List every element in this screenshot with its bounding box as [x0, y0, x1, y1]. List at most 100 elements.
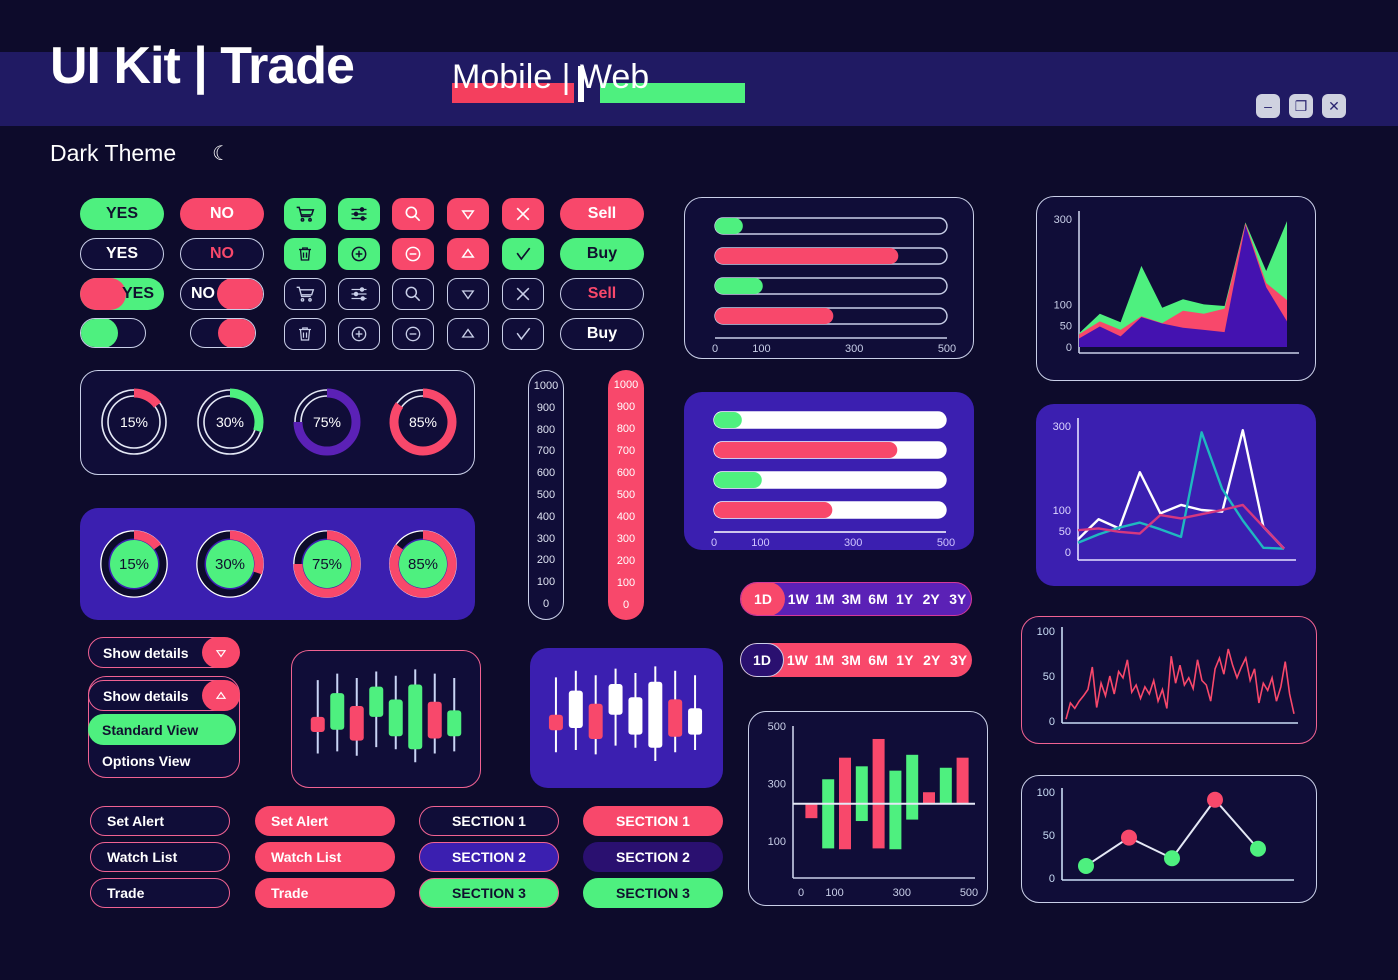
- range-option-1m[interactable]: 1M: [811, 643, 838, 677]
- scale-tick: 500: [536, 488, 556, 501]
- watch-list-button-filled[interactable]: Watch List: [255, 842, 395, 872]
- section-2-button-outline[interactable]: SECTION 2: [419, 842, 559, 872]
- show-details-dropdown-collapsed[interactable]: Show details: [88, 637, 240, 668]
- scale-tick: 600: [536, 467, 556, 480]
- stacked-area-chart[interactable]: 300 100 50 0: [1037, 197, 1315, 380]
- axis-tick-label: 50: [1059, 526, 1071, 538]
- minus-circle-icon-button-outline[interactable]: [392, 318, 434, 350]
- range-option-6m[interactable]: 6M: [865, 643, 892, 677]
- scale-column-dark[interactable]: 1000 900 800 700 600 500 400 300 200 100 0: [528, 370, 564, 620]
- axis-tick-label: 100: [1053, 505, 1071, 517]
- close-icon-button-red[interactable]: [502, 198, 544, 230]
- menu-item-standard-view[interactable]: Standard View: [88, 714, 236, 745]
- no-button-outline[interactable]: NO: [180, 238, 264, 270]
- section-3-button-outline[interactable]: SECTION 3: [419, 878, 559, 908]
- range-option-1w[interactable]: 1W: [784, 643, 811, 677]
- plus-circle-icon-button-green[interactable]: [338, 238, 380, 270]
- menu-item-options-view[interactable]: Options View: [88, 745, 236, 776]
- range-selector-filled[interactable]: 1D 1W 1M 3M 6M 1Y 2Y 3Y: [740, 582, 972, 616]
- restore-button[interactable]: ❐: [1289, 94, 1313, 118]
- triangle-down-icon-button-outline[interactable]: [447, 278, 489, 310]
- candlestick-chart-purple[interactable]: [530, 648, 721, 786]
- axis-tick-label: 50: [1060, 321, 1072, 333]
- area-chart-panel: 300 100 50 0: [1036, 196, 1316, 381]
- watch-list-button-outline[interactable]: Watch List: [90, 842, 230, 872]
- scale-tick: 1000: [613, 379, 639, 391]
- toggle-switch-on[interactable]: [80, 318, 146, 348]
- chevron-down-icon[interactable]: [202, 637, 240, 668]
- range-option-2y[interactable]: 2Y: [918, 583, 945, 615]
- range-option-1m[interactable]: 1M: [812, 583, 839, 615]
- multi-line-chart[interactable]: 300 100 50 0: [1036, 404, 1314, 584]
- volatility-line-chart[interactable]: 100 50 0: [1022, 617, 1316, 743]
- range-option-1y[interactable]: 1Y: [891, 643, 918, 677]
- triangle-up-icon-button-outline[interactable]: [447, 318, 489, 350]
- search-icon: [405, 286, 421, 302]
- plus-circle-icon-button-outline[interactable]: [338, 318, 380, 350]
- range-option-6m[interactable]: 6M: [865, 583, 892, 615]
- slider-group-purple[interactable]: 0 100 300 500: [684, 392, 972, 548]
- search-icon: [405, 206, 421, 222]
- close-icon-button-outline[interactable]: [502, 278, 544, 310]
- no-button-filled[interactable]: NO: [180, 198, 264, 230]
- yes-toggle-on[interactable]: YES: [80, 278, 164, 310]
- set-alert-button-outline[interactable]: Set Alert: [90, 806, 230, 836]
- toggle-knob: [218, 319, 255, 347]
- check-icon-button-green[interactable]: [502, 238, 544, 270]
- plus-circle-icon: [351, 326, 367, 342]
- check-icon: [516, 247, 531, 261]
- check-icon: [516, 327, 531, 341]
- section-3-button-filled[interactable]: SECTION 3: [583, 878, 723, 908]
- range-selector-outline[interactable]: 1D 1W 1M 3M 6M 1Y 2Y 3Y: [740, 643, 972, 677]
- range-option-3m[interactable]: 3M: [838, 583, 865, 615]
- bar: [805, 803, 818, 819]
- no-toggle-off[interactable]: NO: [180, 278, 264, 310]
- minus-circle-icon-button-red[interactable]: [392, 238, 434, 270]
- chevron-up-icon[interactable]: [202, 680, 240, 711]
- triangle-up-icon-button-red[interactable]: [447, 238, 489, 270]
- trash-icon-button-green[interactable]: [284, 238, 326, 270]
- range-option-1w[interactable]: 1W: [785, 583, 812, 615]
- trade-button-filled[interactable]: Trade: [255, 878, 395, 908]
- section-1-button-outline[interactable]: SECTION 1: [419, 806, 559, 836]
- yes-button-outline[interactable]: YES: [80, 238, 164, 270]
- diverging-bar-chart[interactable]: 500 300 100 0 100 300 500: [749, 712, 987, 905]
- toggle-switch-off[interactable]: [190, 318, 256, 348]
- range-option-2y[interactable]: 2Y: [918, 643, 945, 677]
- trash-icon-button-outline[interactable]: [284, 318, 326, 350]
- cart-icon-button-outline[interactable]: [284, 278, 326, 310]
- range-option-1y[interactable]: 1Y: [891, 583, 918, 615]
- buy-button-outline[interactable]: Buy: [560, 318, 644, 350]
- yes-button-filled[interactable]: YES: [80, 198, 164, 230]
- show-details-expanded-header[interactable]: Show details: [88, 680, 240, 711]
- sell-button-filled[interactable]: Sell: [560, 198, 644, 230]
- buy-button-filled[interactable]: Buy: [560, 238, 644, 270]
- range-option-1d[interactable]: 1D: [741, 583, 785, 615]
- triangle-down-icon-button-red[interactable]: [447, 198, 489, 230]
- search-icon-button-red[interactable]: [392, 198, 434, 230]
- candle-body: [447, 710, 462, 737]
- cart-icon-button-green[interactable]: [284, 198, 326, 230]
- candlestick-chart-dark[interactable]: [292, 651, 480, 787]
- close-button[interactable]: ✕: [1322, 94, 1346, 118]
- sell-button-outline[interactable]: Sell: [560, 278, 644, 310]
- section-1-button-filled[interactable]: SECTION 1: [583, 806, 723, 836]
- candle-body: [349, 706, 364, 741]
- sliders-icon-button-outline[interactable]: [338, 278, 380, 310]
- moon-icon[interactable]: ☾: [212, 141, 230, 166]
- trade-button-outline[interactable]: Trade: [90, 878, 230, 908]
- range-option-3y[interactable]: 3Y: [944, 583, 971, 615]
- check-icon-button-outline[interactable]: [502, 318, 544, 350]
- range-option-3y[interactable]: 3Y: [945, 643, 972, 677]
- range-option-1d[interactable]: 1D: [740, 643, 784, 677]
- minimize-button[interactable]: –: [1256, 94, 1280, 118]
- sliders-icon-button-green[interactable]: [338, 198, 380, 230]
- scale-column-red[interactable]: 1000 900 800 700 600 500 400 300 200 100 0: [608, 370, 644, 620]
- section-2-button-filled[interactable]: SECTION 2: [583, 842, 723, 872]
- slider-group-dark[interactable]: 0 100 300 500: [685, 198, 973, 358]
- marker-line-chart[interactable]: 100 50 0: [1022, 776, 1316, 902]
- scale-tick: 400: [616, 511, 636, 523]
- range-option-3m[interactable]: 3M: [838, 643, 865, 677]
- search-icon-button-outline[interactable]: [392, 278, 434, 310]
- set-alert-button-filled[interactable]: Set Alert: [255, 806, 395, 836]
